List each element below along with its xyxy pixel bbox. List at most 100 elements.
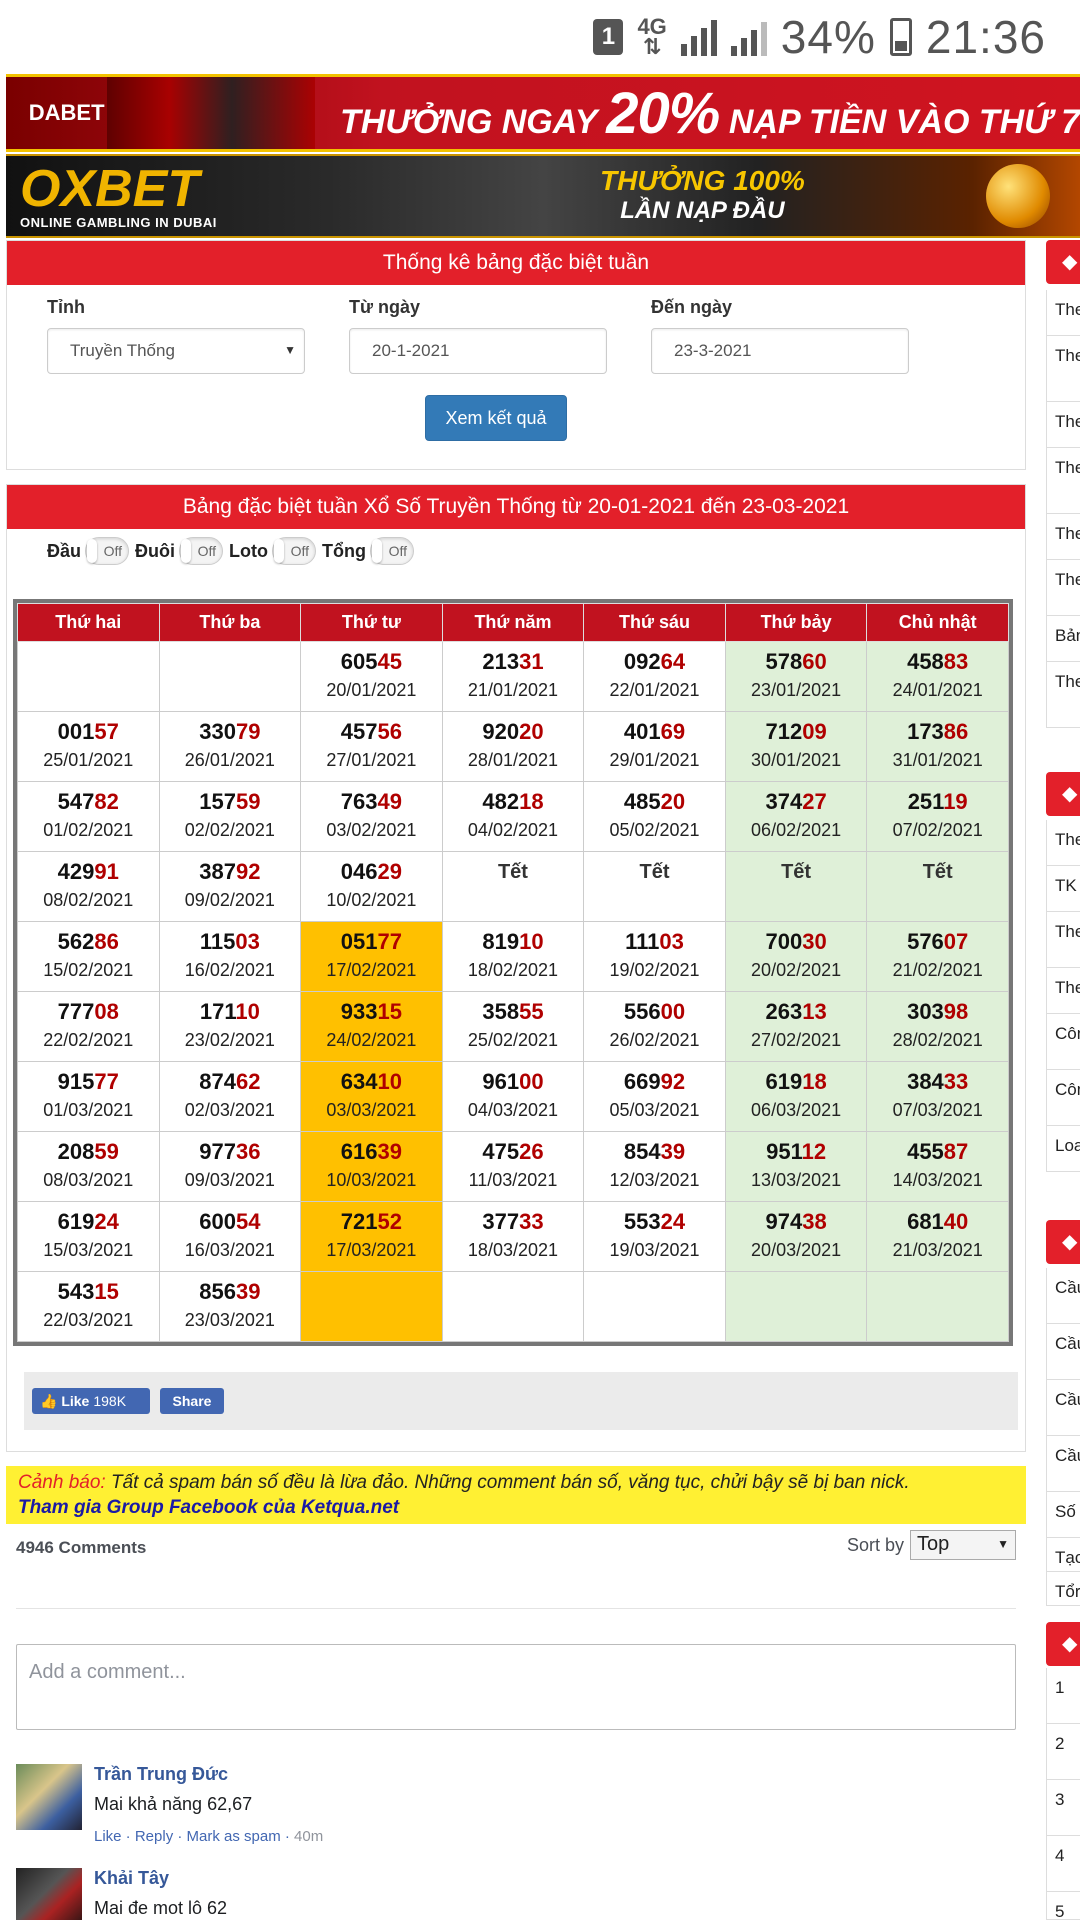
- draw-date: 04/03/2021: [467, 1100, 559, 1120]
- toggle-tong[interactable]: Off: [369, 537, 414, 565]
- sidebar-link[interactable]: The: [1046, 820, 1080, 866]
- facebook-group-link[interactable]: Tham gia Group Facebook của Ketqua.net: [18, 1495, 1014, 1520]
- avatar[interactable]: [16, 1868, 82, 1920]
- sidebar-link[interactable]: Tổr: [1046, 1572, 1080, 1606]
- toggle-duoi[interactable]: Off: [179, 537, 224, 565]
- result-cell: 33079 26/01/2021: [158, 711, 302, 782]
- result-cell: 92020 28/01/2021: [441, 711, 585, 782]
- draw-date: 31/01/2021: [892, 750, 983, 770]
- search-form-panel: Thống kê bảng đặc biệt tuần Tỉnh Truyền …: [6, 240, 1026, 470]
- sidebar-link[interactable]: Tạc: [1046, 1538, 1080, 1572]
- draw-date: 27/01/2021: [326, 750, 417, 770]
- chevron-down-icon: ▼: [284, 343, 296, 357]
- province-select[interactable]: Truyền Thống ▼: [47, 328, 305, 374]
- toggle-loto[interactable]: Off: [272, 537, 316, 565]
- sidebar-link[interactable]: The the: [1046, 662, 1080, 728]
- comment-author[interactable]: Trần Trung Đức: [94, 1764, 228, 1785]
- sidebar-link[interactable]: The: [1046, 968, 1080, 1014]
- comment-actions[interactable]: Like · Reply · Mark as spam · 40m: [94, 1828, 323, 1845]
- result-cell: 11103 19/02/2021: [583, 921, 726, 992]
- toggle-label-dau: Đầu: [47, 540, 82, 561]
- dabet-promo-text: THƯỞNG NGAY 20% NẠP TIỀN VÀO THỨ 7: [340, 80, 1080, 146]
- sidebar-link[interactable]: The lotc: [1046, 336, 1080, 402]
- result-cell: 76349 03/02/2021: [300, 781, 443, 852]
- dabet-banner[interactable]: DABET THƯỞNG NGAY 20% NẠP TIỀN VÀO THỨ 7: [6, 74, 1080, 152]
- status-bar: 1 4G ⇅ 34% 21:36: [0, 0, 1080, 74]
- view-results-button[interactable]: Xem kết quả: [425, 395, 567, 441]
- special-number: 97438: [765, 1209, 827, 1234]
- draw-date: 13/03/2021: [751, 1170, 842, 1190]
- special-number: 33079: [199, 719, 261, 744]
- result-cell: 55600 26/02/2021: [583, 991, 726, 1062]
- sidebar-link[interactable]: The: [1046, 560, 1080, 616]
- sidebar-link[interactable]: 2: [1046, 1724, 1080, 1780]
- result-cell: Tết: [583, 851, 726, 922]
- divider: [16, 1608, 1016, 1609]
- special-number: 92020: [482, 719, 544, 744]
- sidebar-link[interactable]: The: [1046, 514, 1080, 560]
- result-cell: [441, 1271, 585, 1342]
- sidebar-link[interactable]: Côn VIP: [1046, 1070, 1080, 1126]
- province-label: Tỉnh: [47, 297, 85, 317]
- sidebar-link[interactable]: Cầu: [1046, 1324, 1080, 1380]
- special-number: 85439: [623, 1139, 686, 1164]
- sort-select[interactable]: Top ▼: [910, 1530, 1016, 1560]
- dabet-logo: DABET: [28, 100, 105, 125]
- special-number: 77708: [57, 999, 119, 1024]
- special-number: 17110: [199, 999, 260, 1024]
- draw-date: 07/02/2021: [892, 820, 983, 840]
- facebook-share-button[interactable]: Share: [160, 1388, 224, 1414]
- result-cell: 37427 06/02/2021: [724, 781, 868, 852]
- sidebar-link[interactable]: Cầu: [1046, 1436, 1080, 1492]
- sidebar-link[interactable]: Loa: [1046, 1126, 1080, 1172]
- to-date-input[interactable]: 23-3-2021: [651, 328, 909, 374]
- sidebar-link[interactable]: Bản: [1046, 616, 1080, 662]
- sidebar-link[interactable]: 5: [1046, 1892, 1080, 1920]
- from-date-field: Từ ngày 20-1-2021: [349, 297, 607, 374]
- sidebar-link[interactable]: 1: [1046, 1668, 1080, 1724]
- oxbet-banner[interactable]: OXBET ONLINE GAMBLING IN DUBAI THƯỞNG 10…: [6, 154, 1080, 238]
- avatar[interactable]: [16, 1764, 82, 1830]
- draw-date: 09/03/2021: [184, 1170, 275, 1190]
- special-number: 25119: [907, 789, 968, 814]
- comment-author[interactable]: Khải Tây: [94, 1868, 169, 1889]
- draw-date: 30/01/2021: [751, 750, 842, 770]
- sidebar-link[interactable]: Cầu: [1046, 1380, 1080, 1436]
- comment-input[interactable]: Add a comment...: [16, 1644, 1016, 1730]
- facebook-like-button[interactable]: 👍 Like 198K: [32, 1388, 150, 1414]
- sidebar-link[interactable]: The: [1046, 290, 1080, 336]
- result-cell: 93315 24/02/2021: [300, 991, 443, 1062]
- special-number: 04629: [340, 859, 402, 884]
- draw-date: 18/02/2021: [467, 960, 559, 980]
- to-date-field: Đến ngày 23-3-2021: [651, 297, 909, 374]
- battery-percent: 34%: [780, 11, 876, 63]
- sidebar-link[interactable]: Côn: [1046, 1014, 1080, 1070]
- sidebar-link[interactable]: 3: [1046, 1780, 1080, 1836]
- special-number: 91577: [57, 1069, 119, 1094]
- result-cell: [300, 1271, 443, 1342]
- result-cell: 45587 14/03/2021: [866, 1131, 1009, 1202]
- draw-date: 26/01/2021: [184, 750, 275, 770]
- sidebar-link[interactable]: Cầu: [1046, 1268, 1080, 1324]
- sidebar-link[interactable]: The: [1046, 912, 1080, 968]
- draw-date: 12/03/2021: [609, 1170, 700, 1190]
- special-number: 15759: [199, 789, 261, 814]
- from-date-input[interactable]: 20-1-2021: [349, 328, 607, 374]
- special-number: 60054: [199, 1209, 261, 1234]
- special-number: 38792: [199, 859, 261, 884]
- sidebar-link[interactable]: TK: [1046, 866, 1080, 912]
- special-number: 55600: [623, 999, 686, 1024]
- sidebar-link[interactable]: 4: [1046, 1836, 1080, 1892]
- result-cell: 56286 15/02/2021: [17, 921, 160, 992]
- draw-date: 17/02/2021: [326, 960, 417, 980]
- result-cell: 38433 07/03/2021: [866, 1061, 1009, 1132]
- toggle-dau[interactable]: Off: [85, 537, 130, 565]
- sidebar-link[interactable]: The: [1046, 402, 1080, 448]
- sidebar-section-header: ◆: [1046, 772, 1080, 816]
- draw-date: 17/03/2021: [326, 1240, 417, 1260]
- draw-date: 08/03/2021: [43, 1170, 134, 1190]
- sidebar-link[interactable]: The lotc: [1046, 448, 1080, 514]
- sidebar-section-header: ◆: [1046, 1220, 1080, 1264]
- special-number: 17386: [907, 719, 969, 744]
- sidebar-link[interactable]: Số: [1046, 1492, 1080, 1538]
